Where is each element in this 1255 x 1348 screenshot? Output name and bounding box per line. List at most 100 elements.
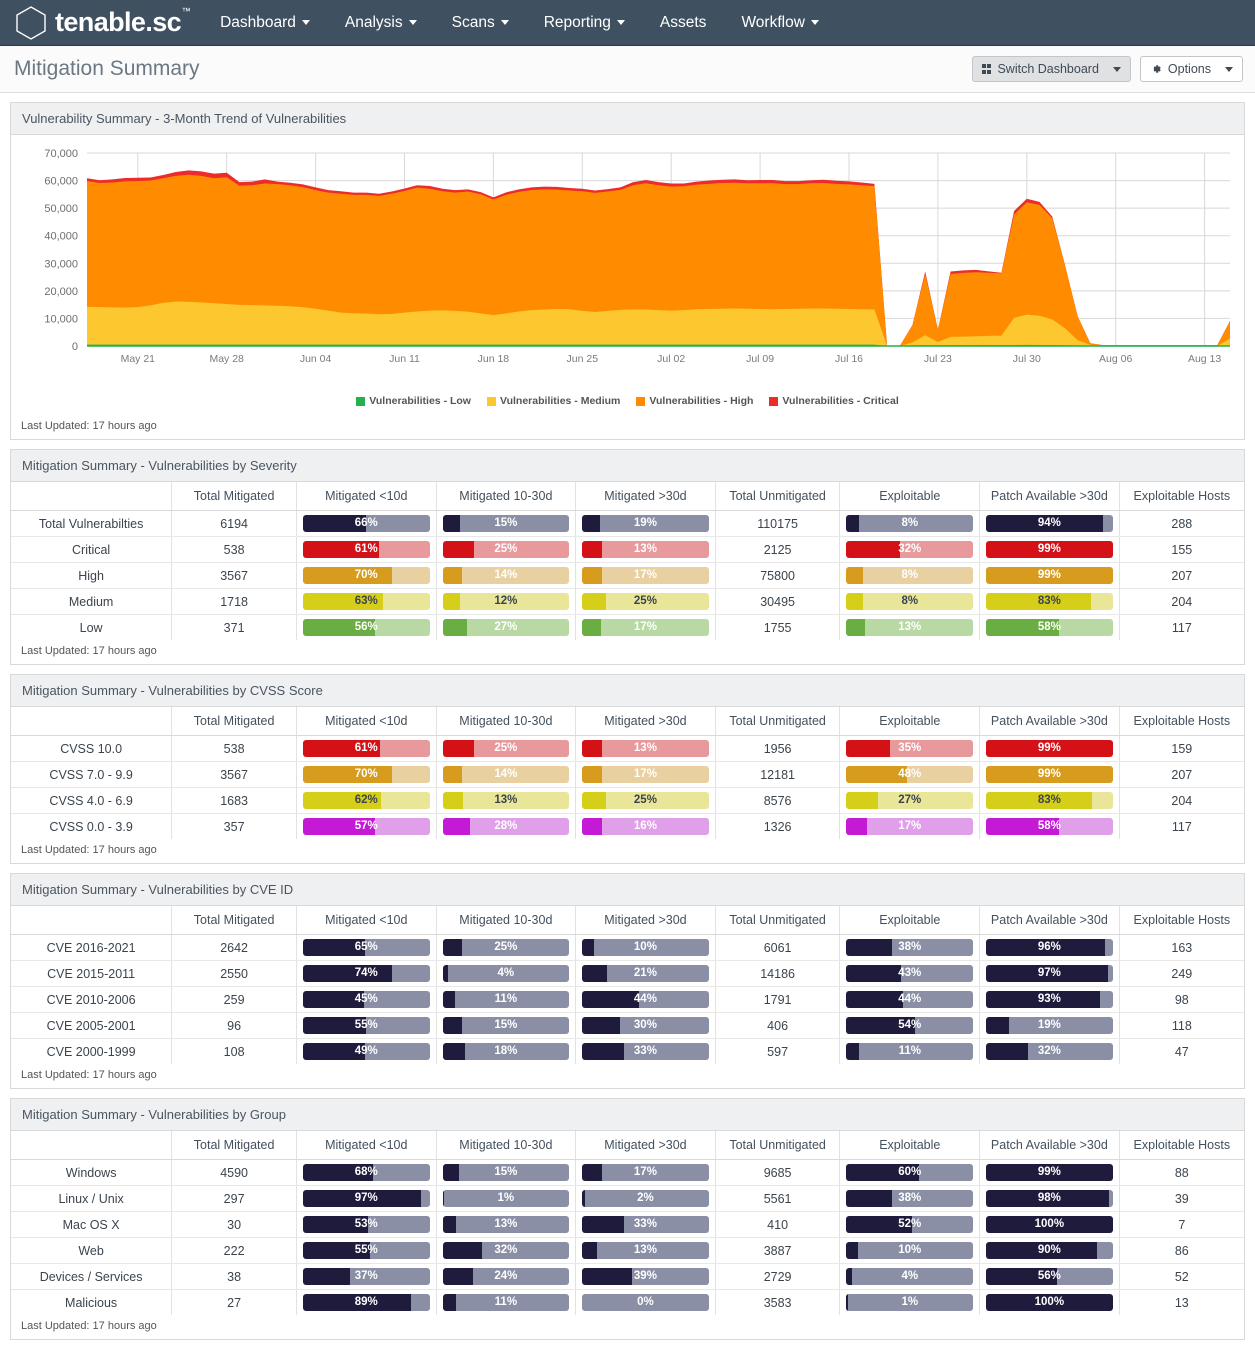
mitigated-over-30d-cell[interactable]: 44% xyxy=(575,986,716,1013)
exploitable-cell[interactable]: 52% xyxy=(839,1211,981,1238)
exploitable-hosts-value[interactable]: 86 xyxy=(1119,1237,1244,1264)
table-row[interactable]: CVE 2010-2006 259 45% 11% 44% 1791 44% 93% 98 xyxy=(11,986,1244,1013)
exploitable-cell[interactable]: 43% xyxy=(839,960,981,987)
patch-available-over-30d-cell[interactable]: 58% xyxy=(979,813,1120,839)
column-header[interactable]: Patch Available >30d xyxy=(979,482,1120,511)
exploitable-cell[interactable]: 60% xyxy=(839,1159,981,1186)
exploitable-hosts-value[interactable]: 155 xyxy=(1119,536,1244,563)
switch-dashboard-button[interactable]: Switch Dashboard xyxy=(971,55,1131,83)
exploitable-cell[interactable]: 27% xyxy=(839,787,981,814)
row-label[interactable]: Total Vulnerabilties xyxy=(11,510,173,537)
column-header[interactable]: Exploitable xyxy=(839,482,981,511)
column-header[interactable]: Mitigated 10-30d xyxy=(436,482,577,511)
exploitable-cell[interactable]: 48% xyxy=(839,761,981,788)
row-label[interactable]: CVE 2000-1999 xyxy=(11,1038,173,1064)
row-label[interactable]: Linux / Unix xyxy=(11,1185,173,1212)
column-header[interactable]: Patch Available >30d xyxy=(979,906,1120,935)
mitigated-under-10d-cell[interactable]: 55% xyxy=(296,1012,437,1039)
column-header[interactable] xyxy=(11,707,173,736)
patch-available-over-30d-cell[interactable]: 94% xyxy=(979,510,1120,537)
table-row[interactable]: CVE 2005-2001 96 55% 15% 30% 406 54% 19% 118 xyxy=(11,1012,1244,1039)
total-unmitigated-value[interactable]: 30495 xyxy=(715,588,841,615)
patch-available-over-30d-cell[interactable]: 100% xyxy=(979,1289,1120,1315)
mitigated-10-30d-cell[interactable]: 15% xyxy=(436,510,577,537)
mitigated-over-30d-cell[interactable]: 17% xyxy=(575,614,716,640)
patch-available-over-30d-cell[interactable]: 90% xyxy=(979,1237,1120,1264)
column-header[interactable]: Mitigated <10d xyxy=(296,906,437,935)
mitigated-over-30d-cell[interactable]: 17% xyxy=(575,761,716,788)
row-label[interactable]: CVE 2010-2006 xyxy=(11,986,173,1013)
exploitable-cell[interactable]: 32% xyxy=(839,536,981,563)
exploitable-hosts-value[interactable]: 159 xyxy=(1119,735,1244,762)
row-label[interactable]: Mac OS X xyxy=(11,1211,173,1238)
column-header[interactable]: Total Unmitigated xyxy=(715,1131,841,1160)
column-header[interactable]: Mitigated <10d xyxy=(296,1131,437,1160)
column-header[interactable]: Mitigated 10-30d xyxy=(436,1131,577,1160)
mitigated-under-10d-cell[interactable]: 55% xyxy=(296,1237,437,1264)
total-unmitigated-value[interactable]: 12181 xyxy=(715,761,841,788)
nav-item-dashboard[interactable]: Dashboard xyxy=(207,8,323,38)
total-mitigated-value[interactable]: 259 xyxy=(171,986,297,1013)
total-mitigated-value[interactable]: 6194 xyxy=(171,510,297,537)
nav-item-reporting[interactable]: Reporting xyxy=(531,8,638,38)
patch-available-over-30d-cell[interactable]: 83% xyxy=(979,588,1120,615)
table-row[interactable]: CVE 2000-1999 108 49% 18% 33% 597 11% 32% 47 xyxy=(11,1038,1244,1064)
mitigated-under-10d-cell[interactable]: 65% xyxy=(296,934,437,961)
row-label[interactable]: High xyxy=(11,562,173,589)
column-header[interactable]: Exploitable xyxy=(839,707,981,736)
table-row[interactable]: Malicious 27 89% 11% 0% 3583 1% 100% 13 xyxy=(11,1289,1244,1316)
mitigated-under-10d-cell[interactable]: 63% xyxy=(296,588,437,615)
column-header[interactable]: Patch Available >30d xyxy=(979,1131,1120,1160)
total-mitigated-value[interactable]: 27 xyxy=(171,1289,297,1315)
mitigated-under-10d-cell[interactable]: 49% xyxy=(296,1038,437,1064)
patch-available-over-30d-cell[interactable]: 32% xyxy=(979,1038,1120,1064)
total-mitigated-value[interactable]: 538 xyxy=(171,536,297,563)
exploitable-hosts-value[interactable]: 249 xyxy=(1119,960,1244,987)
exploitable-cell[interactable]: 38% xyxy=(839,1185,981,1212)
mitigated-over-30d-cell[interactable]: 30% xyxy=(575,1012,716,1039)
total-unmitigated-value[interactable]: 110175 xyxy=(715,510,841,537)
mitigated-under-10d-cell[interactable]: 68% xyxy=(296,1159,437,1186)
mitigated-over-30d-cell[interactable]: 13% xyxy=(575,735,716,762)
column-header[interactable] xyxy=(11,906,173,935)
total-unmitigated-value[interactable]: 597 xyxy=(715,1038,841,1064)
mitigated-10-30d-cell[interactable]: 11% xyxy=(436,1289,577,1315)
patch-available-over-30d-cell[interactable]: 98% xyxy=(979,1185,1120,1212)
total-mitigated-value[interactable]: 38 xyxy=(171,1263,297,1290)
total-mitigated-value[interactable]: 3567 xyxy=(171,761,297,788)
patch-available-over-30d-cell[interactable]: 96% xyxy=(979,934,1120,961)
mitigated-10-30d-cell[interactable]: 27% xyxy=(436,614,577,640)
patch-available-over-30d-cell[interactable]: 99% xyxy=(979,761,1120,788)
exploitable-cell[interactable]: 54% xyxy=(839,1012,981,1039)
exploitable-hosts-value[interactable]: 13 xyxy=(1119,1290,1244,1316)
table-row[interactable]: CVSS 7.0 - 9.9 3567 70% 14% 17% 12181 48% 99% 20… xyxy=(11,761,1244,788)
mitigated-10-30d-cell[interactable]: 12% xyxy=(436,588,577,615)
row-label[interactable]: CVSS 7.0 - 9.9 xyxy=(11,761,173,788)
mitigated-under-10d-cell[interactable]: 89% xyxy=(296,1289,437,1315)
total-unmitigated-value[interactable]: 3887 xyxy=(715,1237,841,1264)
column-header[interactable]: Total Mitigated xyxy=(171,482,297,511)
chart-legend-item[interactable]: Vulnerabilities - Critical xyxy=(769,395,899,407)
chart-legend-item[interactable]: Vulnerabilities - Low xyxy=(356,395,471,407)
patch-available-over-30d-cell[interactable]: 56% xyxy=(979,1263,1120,1290)
mitigated-under-10d-cell[interactable]: 70% xyxy=(296,761,437,788)
row-label[interactable]: Critical xyxy=(11,536,173,563)
exploitable-cell[interactable]: 8% xyxy=(839,588,981,615)
chart-legend-item[interactable]: Vulnerabilities - High xyxy=(636,395,753,407)
exploitable-hosts-value[interactable]: 288 xyxy=(1119,510,1244,537)
row-label[interactable]: Low xyxy=(11,614,173,640)
row-label[interactable]: CVSS 0.0 - 3.9 xyxy=(11,813,173,839)
patch-available-over-30d-cell[interactable]: 19% xyxy=(979,1012,1120,1039)
exploitable-hosts-value[interactable]: 88 xyxy=(1119,1159,1244,1186)
total-mitigated-value[interactable]: 108 xyxy=(171,1038,297,1064)
exploitable-cell[interactable]: 4% xyxy=(839,1263,981,1290)
column-header[interactable]: Total Mitigated xyxy=(171,707,297,736)
column-header[interactable]: Mitigated >30d xyxy=(575,482,716,511)
total-mitigated-value[interactable]: 297 xyxy=(171,1185,297,1212)
patch-available-over-30d-cell[interactable]: 99% xyxy=(979,562,1120,589)
trend-chart[interactable]: 0 10,000 20,000 30,000 40,000 50,000 60,000 70,… xyxy=(11,135,1244,391)
mitigated-over-30d-cell[interactable]: 25% xyxy=(575,588,716,615)
mitigated-10-30d-cell[interactable]: 13% xyxy=(436,787,577,814)
mitigated-10-30d-cell[interactable]: 1% xyxy=(436,1185,577,1212)
column-header[interactable]: Exploitable xyxy=(839,1131,981,1160)
